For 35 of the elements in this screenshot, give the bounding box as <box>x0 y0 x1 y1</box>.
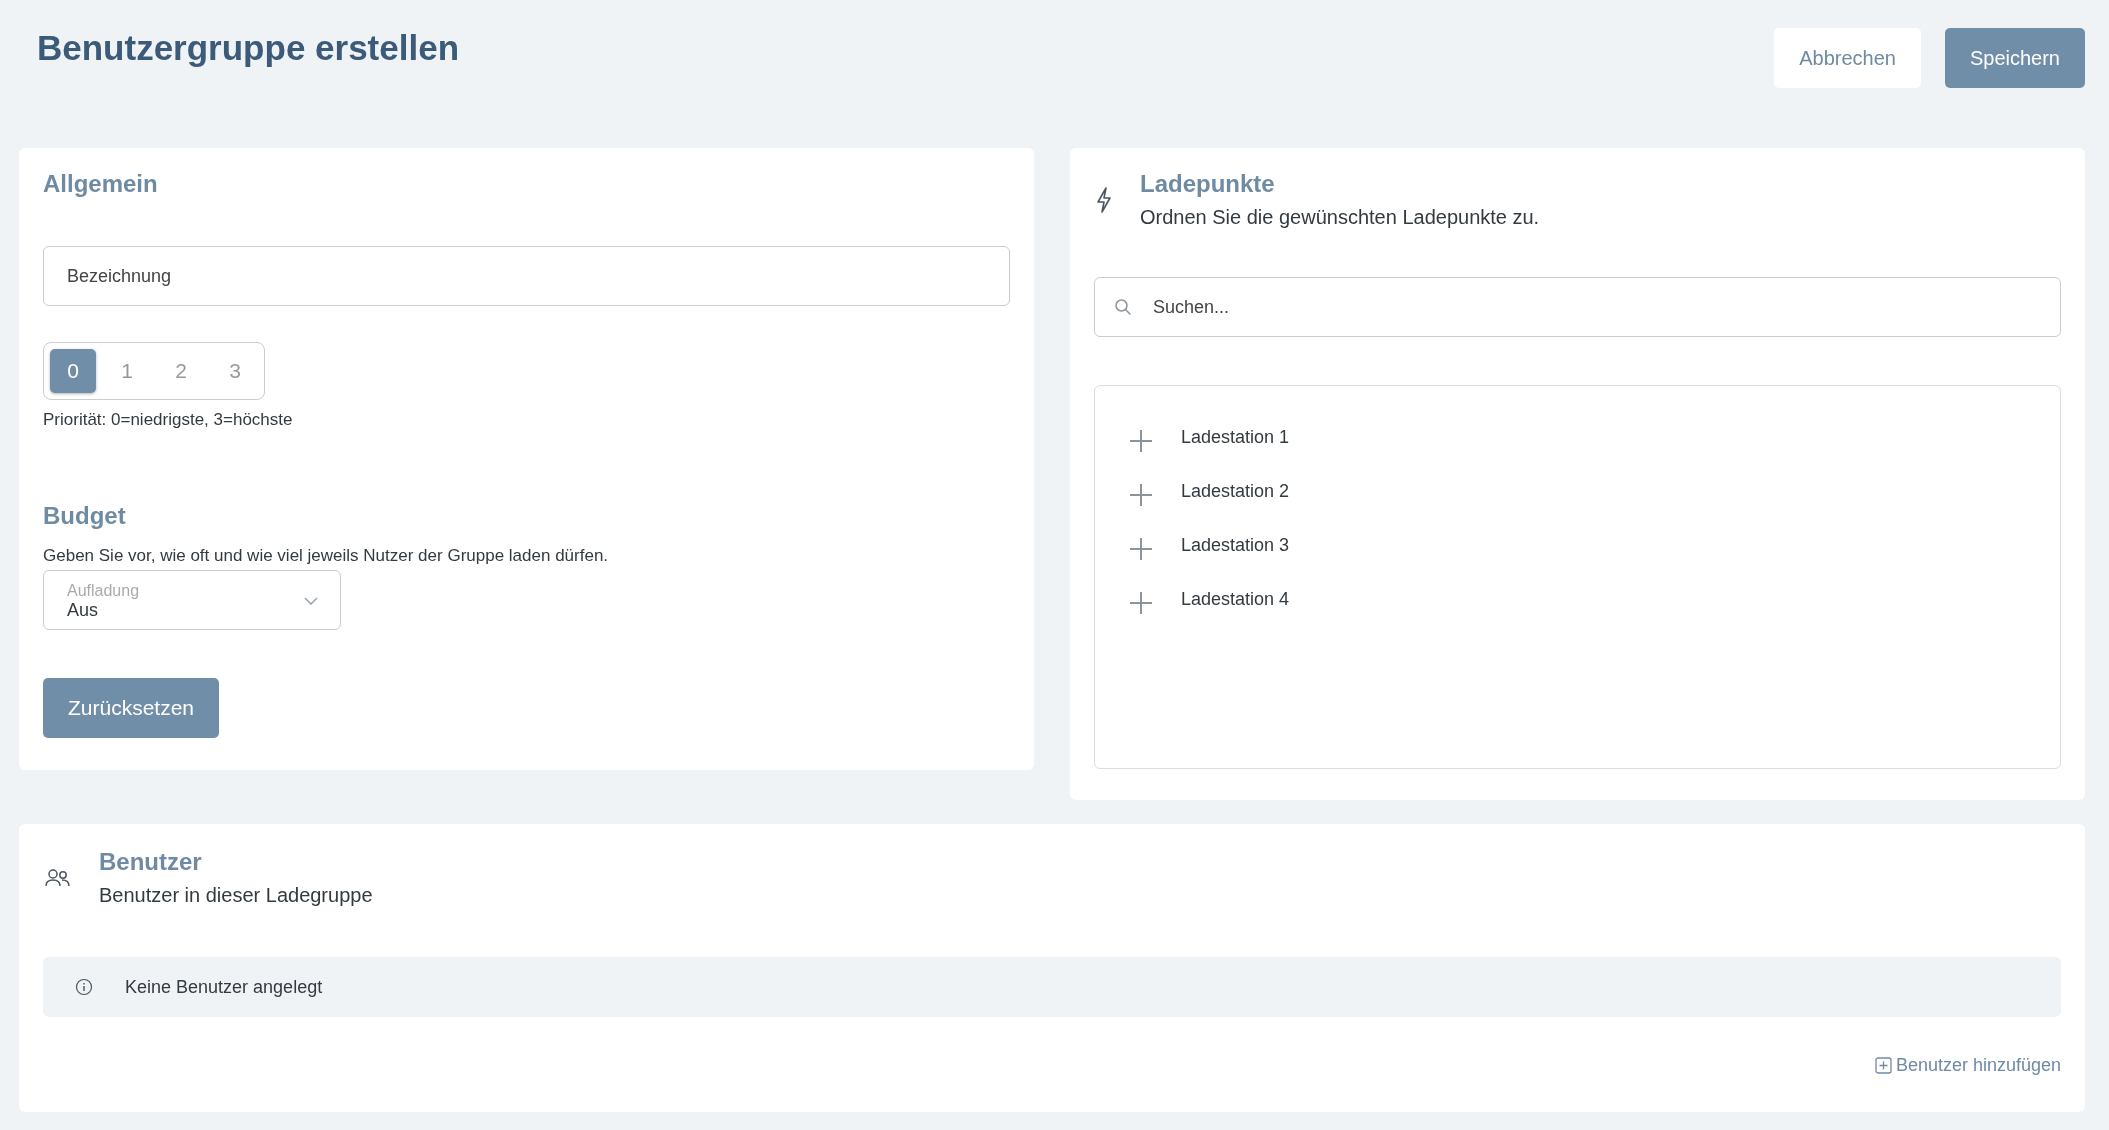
save-button[interactable]: Speichern <box>1944 28 2085 88</box>
budget-description: Geben Sie vor, wie oft und wie viel jeweils Nutzer der Gruppe laden dürfen. <box>43 546 609 566</box>
notice-text: Keine Benutzer angelegt <box>125 976 323 998</box>
reset-button[interactable]: Zurücksetzen <box>43 678 220 738</box>
section-title: Ladepunkte <box>1140 170 1276 198</box>
cancel-button[interactable]: Abbrechen <box>1774 28 1921 88</box>
section-subtitle: Benutzer in dieser Ladegruppe <box>99 884 373 907</box>
charge-point-name: Ladestation 4 <box>1181 588 1290 610</box>
charge-point-name: Ladestation 2 <box>1181 480 1290 502</box>
priority-option[interactable]: 3 <box>212 349 258 393</box>
add-user-link[interactable]: Benutzer hinzufügen <box>1874 1055 2061 1076</box>
users-icon <box>45 867 71 888</box>
plus-icon[interactable] <box>1129 591 1153 615</box>
chevron-down-icon <box>304 597 318 605</box>
info-icon <box>75 978 93 996</box>
section-subtitle: Ordnen Sie die gewünschten Ladepunkte zu. <box>1140 206 1540 229</box>
charge-select[interactable]: Aufladung Aus <box>43 570 341 630</box>
priority-option[interactable]: 1 <box>104 349 150 393</box>
charge-point-name: Ladestation 1 <box>1181 426 1290 448</box>
section-title: Budget <box>43 502 126 530</box>
priority-hint: Priorität: 0=niedrigste, 3=höchste <box>43 410 293 430</box>
plus-icon[interactable] <box>1129 429 1153 453</box>
search-icon <box>1114 298 1132 316</box>
page-title: Benutzergruppe erstellen <box>37 28 460 68</box>
plus-icon[interactable] <box>1129 537 1153 561</box>
name-input-field[interactable]: Bezeichnung <box>43 246 1010 306</box>
plus-square-icon <box>1874 1057 1892 1074</box>
charge-point-name: Ladestation 3 <box>1181 534 1290 556</box>
plus-icon[interactable] <box>1129 483 1153 507</box>
priority-option[interactable]: 0 <box>50 349 96 393</box>
section-title: Benutzer <box>99 848 203 876</box>
priority-option[interactable]: 2 <box>158 349 204 393</box>
search-field[interactable]: Suchen... <box>1094 277 2061 337</box>
lightning-icon <box>1096 186 1112 213</box>
section-title: Allgemein <box>43 170 158 198</box>
